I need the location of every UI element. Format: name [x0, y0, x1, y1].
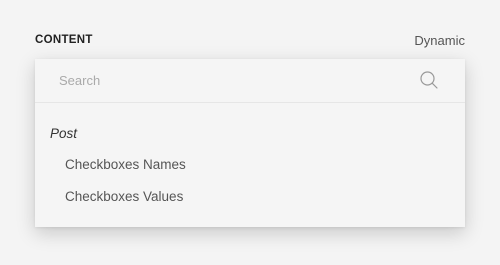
- content-header: CONTENT Dynamic: [35, 32, 465, 52]
- option-checkboxes-names[interactable]: Checkboxes Names: [65, 157, 186, 172]
- dynamic-content-dropdown: Post Checkboxes Names Checkboxes Values: [35, 59, 465, 227]
- group-label-post: Post: [50, 126, 78, 141]
- dynamic-mode-toggle[interactable]: Dynamic: [414, 33, 465, 48]
- search-box: [35, 59, 465, 103]
- search-icon[interactable]: [419, 70, 439, 90]
- option-checkboxes-values[interactable]: Checkboxes Values: [65, 189, 183, 204]
- search-input[interactable]: [49, 70, 419, 90]
- section-label: CONTENT: [35, 34, 93, 46]
- page: CONTENT Dynamic Post Checkboxes Names Ch…: [0, 0, 500, 265]
